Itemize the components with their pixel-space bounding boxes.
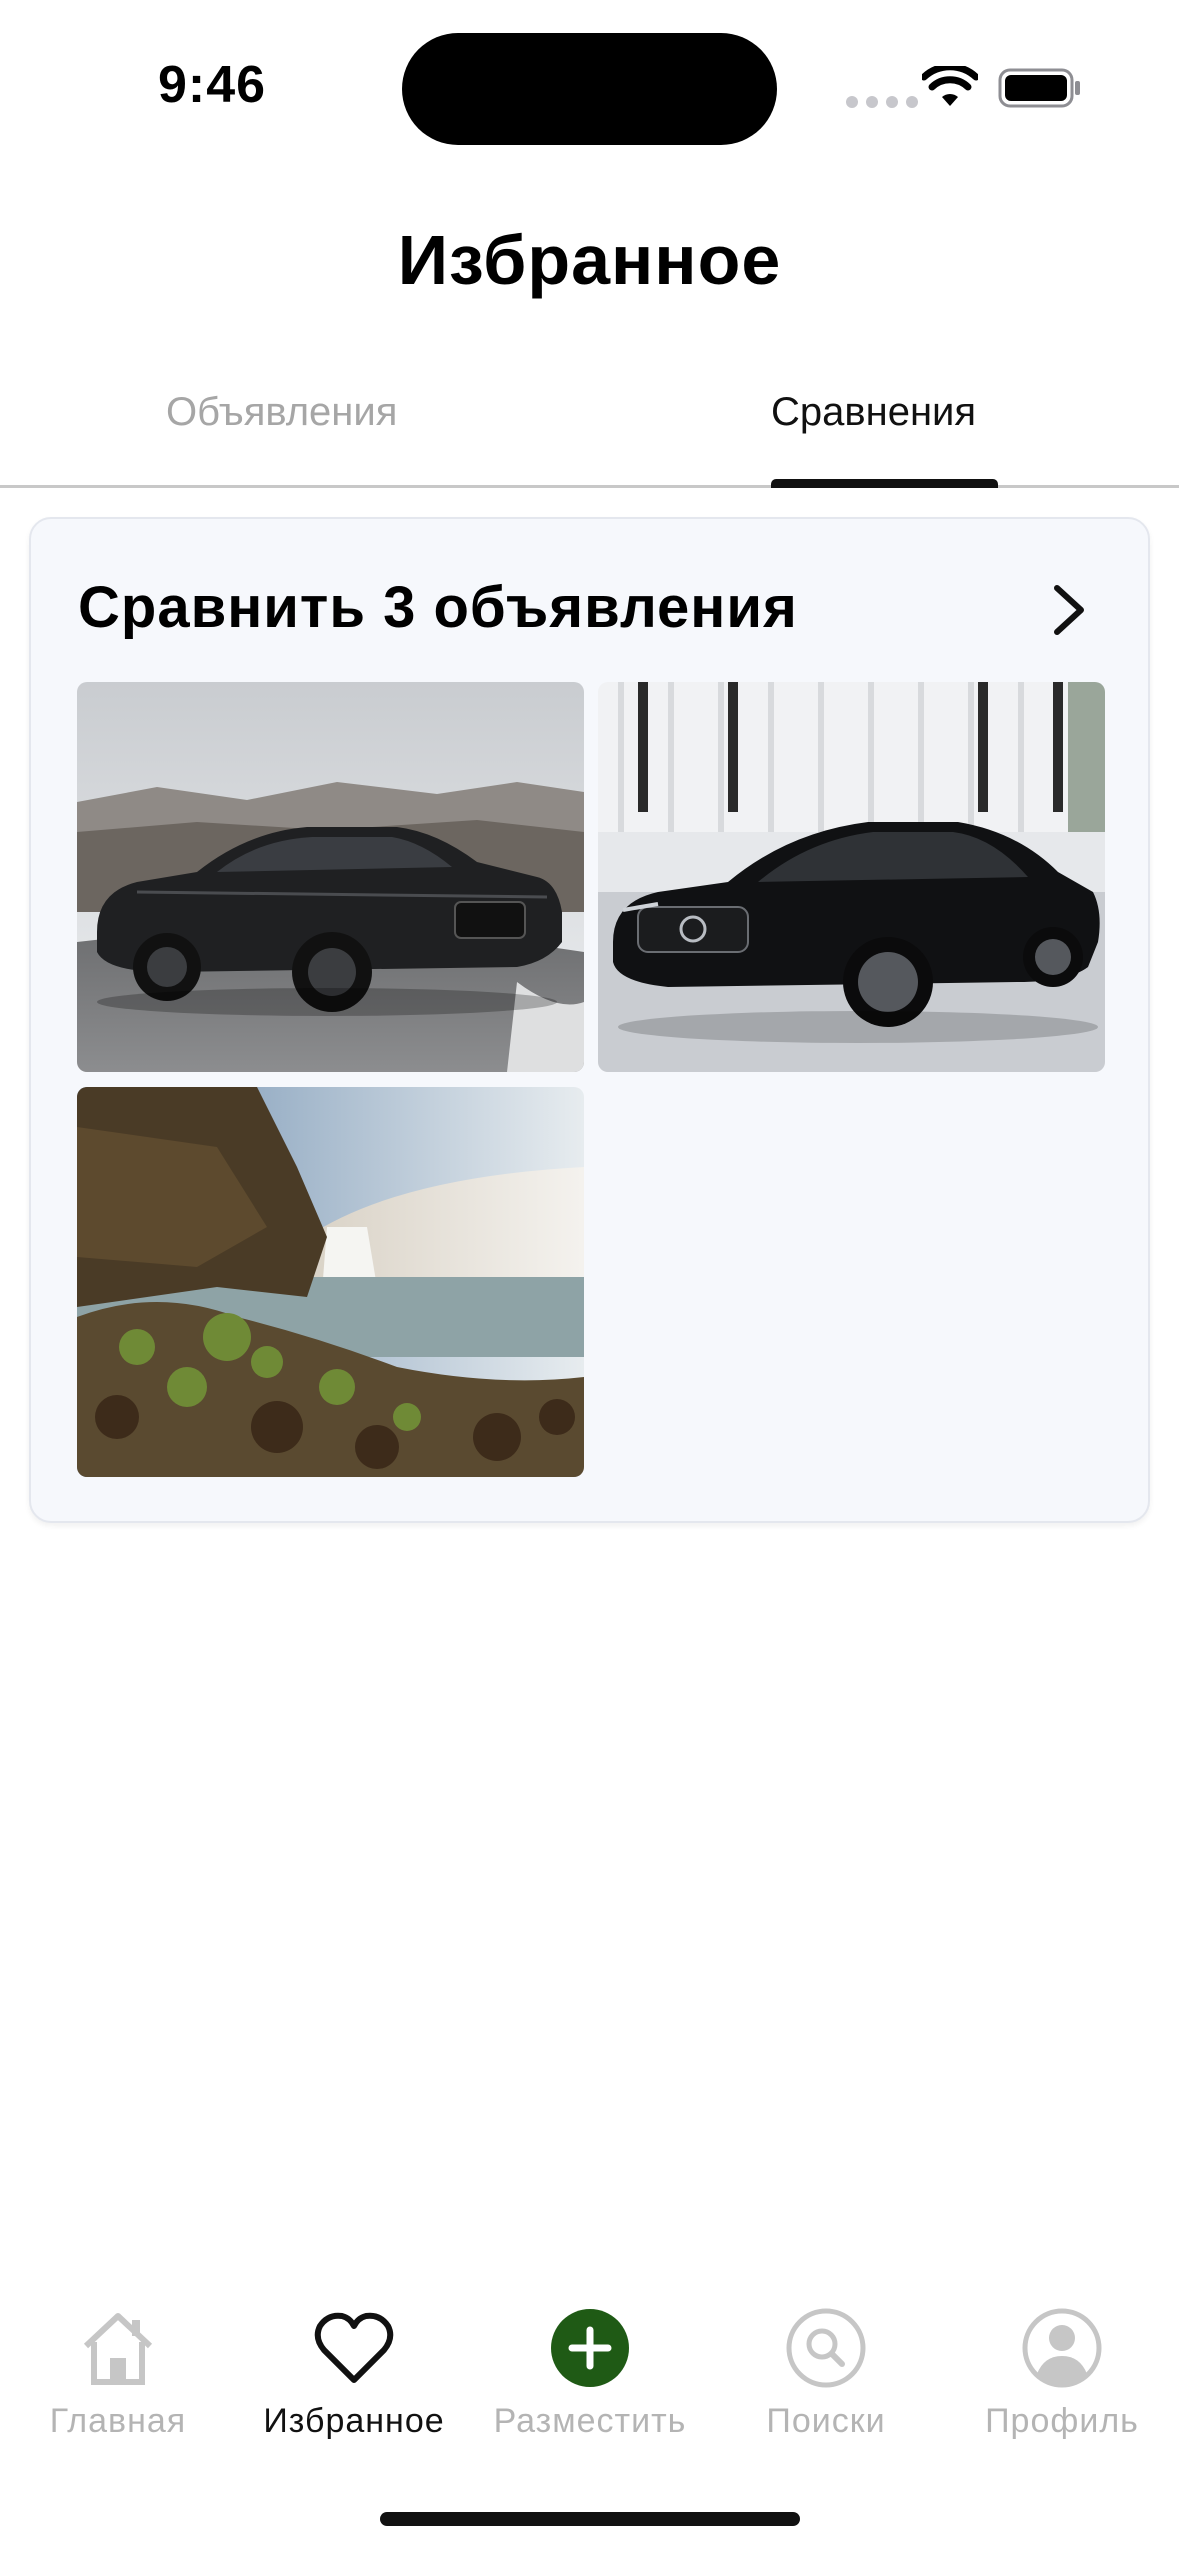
home-icon — [83, 2313, 153, 2385]
nav-item-profile[interactable]: Профиль — [944, 2280, 1179, 2441]
tab-listings[interactable]: Объявления — [166, 390, 397, 435]
page-title: Избранное — [397, 221, 782, 299]
nav-label-favorites: Избранное — [263, 2402, 445, 2440]
car-photo-1 — [77, 682, 584, 1072]
tab-bar: Объявления Сравнения — [0, 370, 1179, 488]
compare-thumbnail-1[interactable] — [77, 682, 584, 1072]
nav-label-profile: Профиль — [985, 2402, 1139, 2440]
nav-item-home[interactable]: Главная — [0, 2280, 236, 2441]
heart-icon — [314, 2312, 394, 2383]
home-indicator — [380, 2512, 800, 2526]
favorites-screen: 9:46 Избранное Объявления Сравнения Срав… — [0, 0, 1179, 2556]
wifi-icon — [922, 66, 978, 106]
compare-card-title: Сравнить 3 объявления — [78, 575, 798, 640]
compare-thumbnail-2[interactable] — [598, 682, 1105, 1072]
nav-label-searches: Поиски — [766, 2402, 886, 2440]
active-tab-indicator — [771, 479, 998, 488]
plus-circle-icon — [551, 2309, 629, 2387]
status-time: 9:46 — [158, 56, 267, 114]
search-icon — [786, 2308, 866, 2388]
status-bar: 9:46 — [0, 0, 1179, 160]
cellular-signal-icon — [846, 96, 918, 108]
nav-label-home: Главная — [49, 2402, 187, 2440]
bottom-nav: Главная Избранное Разместить Поиски Проф… — [0, 2280, 1179, 2480]
profile-icon — [1022, 2308, 1102, 2388]
nav-label-post: Разместить — [493, 2402, 687, 2440]
chevron-right-icon[interactable] — [1049, 582, 1089, 638]
nav-item-post[interactable]: Разместить — [472, 2280, 708, 2441]
nav-item-favorites[interactable]: Избранное — [236, 2280, 472, 2441]
battery-icon — [998, 68, 1080, 108]
car-photo-2 — [598, 682, 1105, 1072]
dynamic-island — [402, 33, 777, 145]
landscape-photo — [77, 1087, 584, 1477]
tab-comparisons[interactable]: Сравнения — [771, 390, 976, 435]
compare-card[interactable]: Сравнить 3 объявления — [29, 517, 1150, 1523]
nav-item-searches[interactable]: Поиски — [708, 2280, 944, 2441]
compare-thumbnail-3[interactable] — [77, 1087, 584, 1477]
